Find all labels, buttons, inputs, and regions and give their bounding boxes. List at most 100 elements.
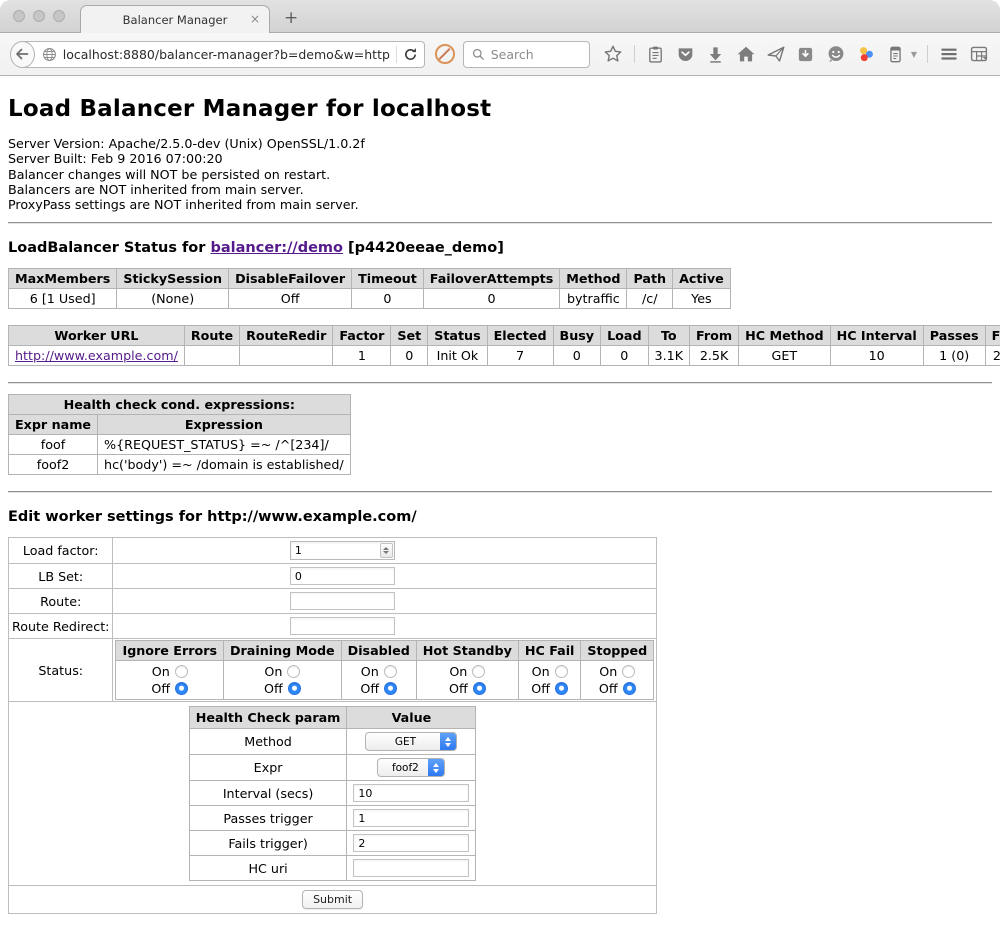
hc-method-select[interactable]: GET bbox=[365, 732, 457, 751]
status-heading-prefix: LoadBalancer Status for bbox=[8, 240, 210, 256]
route-input[interactable] bbox=[290, 592, 395, 610]
hc-interval-input[interactable] bbox=[353, 784, 469, 802]
proxypass-note-line: ProxyPass settings are NOT inherited fro… bbox=[8, 197, 992, 212]
hc-passes-input[interactable] bbox=[353, 809, 469, 827]
navigation-toolbar: localhost:8880/balancer-manager?b=demo&w… bbox=[0, 33, 1000, 76]
bookmark-star-icon[interactable] bbox=[602, 43, 624, 65]
url-text[interactable]: localhost:8880/balancer-manager?b=demo&w… bbox=[63, 47, 390, 62]
val-active: Yes bbox=[673, 289, 731, 309]
stopped-on-radio[interactable] bbox=[622, 665, 635, 678]
disabled-on-radio[interactable] bbox=[384, 665, 397, 678]
table-header-row: Worker URL Route RouteRedir Factor Set S… bbox=[9, 326, 1000, 346]
ignore-errors-on-radio[interactable] bbox=[175, 665, 188, 678]
stopped-off-radio[interactable] bbox=[623, 682, 636, 695]
hc-uri-row: HC uri bbox=[189, 856, 476, 881]
col-from: From bbox=[690, 326, 739, 346]
hc-expr-select[interactable]: foof2 bbox=[377, 758, 445, 777]
window-controls bbox=[13, 10, 65, 22]
hc-fail-on-radio[interactable] bbox=[555, 665, 568, 678]
disabled-off-radio[interactable] bbox=[384, 682, 397, 695]
globe-icon bbox=[42, 47, 57, 62]
window-close-button[interactable] bbox=[13, 10, 25, 22]
url-bar[interactable]: localhost:8880/balancer-manager?b=demo&w… bbox=[21, 41, 425, 68]
hc-expr-row: Expr foof2 bbox=[189, 755, 476, 781]
lb-set-input[interactable] bbox=[290, 567, 395, 585]
status-options-table: Ignore Errors Draining Mode Disabled Hot… bbox=[115, 640, 654, 700]
browser-window: Balancer Manager × + localhost:8880/bala… bbox=[0, 0, 1000, 927]
search-bar[interactable]: Search bbox=[463, 41, 590, 68]
number-spinner[interactable] bbox=[380, 543, 393, 558]
chevron-down-icon[interactable]: ▼ bbox=[911, 50, 917, 59]
home-icon[interactable] bbox=[735, 43, 757, 65]
hc-fails-input[interactable] bbox=[353, 834, 469, 852]
worker-row: http://www.example.com/ 1 0 Init Ok 7 0 … bbox=[9, 346, 1000, 366]
val-factor: 1 bbox=[333, 346, 391, 366]
balancer-status-table: MaxMembers StickySession DisableFailover… bbox=[8, 268, 731, 309]
balancer-demo-link[interactable]: balancer://demo bbox=[210, 240, 343, 256]
hc-interval-row: Interval (secs) bbox=[189, 781, 476, 806]
col-hc-fail: HC Fail bbox=[518, 641, 581, 661]
hc-method-row: Method GET bbox=[189, 729, 476, 755]
send-tab-icon[interactable] bbox=[765, 43, 787, 65]
on-label: On bbox=[599, 663, 617, 680]
submit-button[interactable]: Submit bbox=[302, 890, 363, 909]
edit-worker-heading: Edit worker settings for http://www.exam… bbox=[8, 509, 992, 525]
browser-tab[interactable]: Balancer Manager × bbox=[80, 5, 270, 33]
reload-icon[interactable] bbox=[403, 47, 418, 62]
page-content: Load Balancer Manager for localhost Serv… bbox=[0, 76, 1000, 927]
val-load: 0 bbox=[601, 346, 648, 366]
new-tab-button[interactable]: + bbox=[284, 8, 298, 28]
on-label: On bbox=[264, 663, 282, 680]
hot-standby-on-radio[interactable] bbox=[472, 665, 485, 678]
draining-mode-off-radio[interactable] bbox=[288, 682, 301, 695]
server-version-line: Server Version: Apache/2.5.0-dev (Unix) … bbox=[8, 136, 992, 151]
load-factor-input[interactable]: 1 bbox=[290, 541, 395, 560]
extension-dots-icon[interactable] bbox=[855, 43, 877, 65]
val-status: Init Ok bbox=[428, 346, 487, 366]
col-method: Method bbox=[560, 269, 627, 289]
worker-url-link[interactable]: http://www.example.com/ bbox=[15, 348, 178, 363]
off-label: Off bbox=[449, 680, 468, 697]
ignore-errors-off-radio[interactable] bbox=[175, 682, 188, 695]
menu-hamburger-icon[interactable] bbox=[938, 43, 960, 65]
save-page-icon[interactable] bbox=[795, 43, 817, 65]
health-check-expressions-table: Health check cond. expressions: Expr nam… bbox=[8, 394, 351, 475]
col-hc-method: HC Method bbox=[739, 326, 830, 346]
status-heading-suffix: [p4420eeae_demo] bbox=[343, 240, 504, 256]
col-elected: Elected bbox=[487, 326, 553, 346]
val-elected: 7 bbox=[487, 346, 553, 366]
load-factor-value: 1 bbox=[291, 544, 380, 557]
on-label: On bbox=[449, 663, 467, 680]
downloads-icon[interactable] bbox=[705, 43, 727, 65]
table-header-row: MaxMembers StickySession DisableFailover… bbox=[9, 269, 731, 289]
feedback-smiley-icon[interactable] bbox=[825, 43, 847, 65]
content-blocked-icon[interactable] bbox=[435, 44, 455, 64]
tab-close-icon[interactable]: × bbox=[250, 13, 260, 25]
draining-mode-on-radio[interactable] bbox=[287, 665, 300, 678]
page-actions-icon[interactable] bbox=[885, 43, 907, 65]
window-minimize-button[interactable] bbox=[33, 10, 45, 22]
val-routeredir bbox=[240, 346, 333, 366]
off-label: Off bbox=[264, 680, 283, 697]
route-redirect-row: Route Redirect: bbox=[9, 614, 657, 639]
route-redirect-label: Route Redirect: bbox=[9, 614, 113, 639]
status-row: Status: Ignore Errors Draining Mode Disa… bbox=[9, 639, 657, 702]
hc-passes-label: Passes trigger bbox=[189, 806, 347, 831]
val-maxmembers: 6 [1 Used] bbox=[9, 289, 117, 309]
val-timeout: 0 bbox=[352, 289, 424, 309]
window-zoom-button[interactable] bbox=[53, 10, 65, 22]
expr-name: foof2 bbox=[9, 455, 98, 475]
hc-fail-off-radio[interactable] bbox=[555, 682, 568, 695]
worker-status-table: Worker URL Route RouteRedir Factor Set S… bbox=[8, 325, 1000, 366]
reading-list-icon[interactable] bbox=[645, 43, 667, 65]
route-redirect-input[interactable] bbox=[290, 617, 395, 635]
expr-name: foof bbox=[9, 435, 98, 455]
hc-uri-input[interactable] bbox=[353, 859, 469, 877]
status-header-row: Ignore Errors Draining Mode Disabled Hot… bbox=[116, 641, 654, 661]
back-button[interactable] bbox=[10, 41, 35, 68]
hot-standby-off-radio[interactable] bbox=[473, 682, 486, 695]
tab-groups-icon[interactable] bbox=[968, 43, 990, 65]
col-active: Active bbox=[673, 269, 731, 289]
pocket-icon[interactable] bbox=[675, 43, 697, 65]
server-info: Server Version: Apache/2.5.0-dev (Unix) … bbox=[8, 136, 992, 212]
